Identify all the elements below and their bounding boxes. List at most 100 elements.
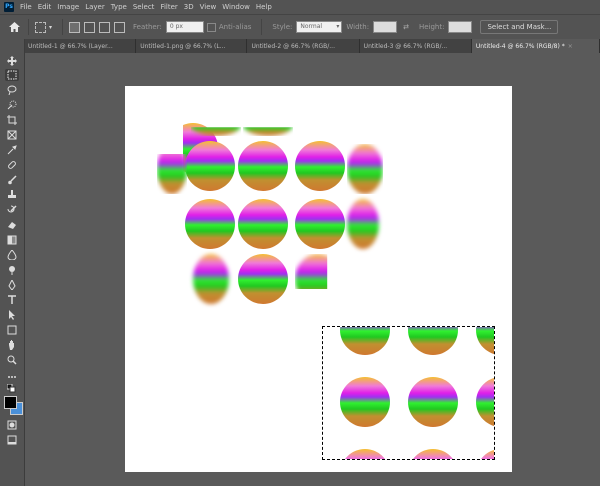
width-input xyxy=(373,21,398,33)
more-tools-icon[interactable] xyxy=(5,371,19,383)
circle-shape xyxy=(476,327,494,355)
chevron-down-icon[interactable]: ▾ xyxy=(49,24,52,31)
selection-marquee[interactable] xyxy=(322,326,495,460)
height-label: Height: xyxy=(418,23,445,31)
circle-shape xyxy=(347,144,383,194)
height-input xyxy=(448,21,473,33)
options-bar: ▾ Feather: 0 px Anti-alias Style: Normal… xyxy=(0,14,600,40)
menu-edit[interactable]: Edit xyxy=(38,3,52,11)
circle-shape xyxy=(238,254,288,304)
eraser-tool-icon[interactable] xyxy=(5,219,19,231)
pen-tool-icon[interactable] xyxy=(5,279,19,291)
tab-untitled-2[interactable]: Untitled-2 @ 66.7% (RGB/... xyxy=(247,39,360,53)
circle-shape xyxy=(340,377,390,427)
style-value: Normal xyxy=(300,23,323,30)
add-selection-icon[interactable] xyxy=(84,21,96,33)
circle-shape xyxy=(347,199,379,249)
move-tool-icon[interactable] xyxy=(5,55,19,67)
intersect-selection-icon[interactable] xyxy=(114,21,126,33)
gradient-tool-icon[interactable] xyxy=(5,234,19,246)
frame-tool-icon[interactable] xyxy=(5,129,19,141)
foreground-color-swatch[interactable] xyxy=(4,396,17,409)
width-label: Width: xyxy=(346,23,370,31)
menu-bar: Ps File Edit Image Layer Type Select Fil… xyxy=(0,0,600,14)
clone-stamp-tool-icon[interactable] xyxy=(5,189,19,201)
dodge-tool-icon[interactable] xyxy=(5,264,19,276)
menu-view[interactable]: View xyxy=(200,3,217,11)
close-icon[interactable]: × xyxy=(568,43,573,50)
document-tabs: Untitled-1 @ 66.7% (Layer... Untitled-1.… xyxy=(24,39,600,53)
circle-shape xyxy=(185,141,235,191)
menu-layer[interactable]: Layer xyxy=(85,3,105,11)
circle-shape xyxy=(340,327,390,355)
menu-type[interactable]: Type xyxy=(111,3,127,11)
circle-shape xyxy=(193,254,229,304)
default-colors-icon[interactable] xyxy=(5,384,19,393)
marquee-tool-icon[interactable] xyxy=(5,69,19,81)
circle-shape xyxy=(340,449,390,459)
crop-tool-icon[interactable] xyxy=(5,114,19,126)
hand-tool-icon[interactable] xyxy=(5,339,19,351)
circle-shape xyxy=(408,377,458,427)
tab-untitled-3[interactable]: Untitled-3 @ 66.7% (RGB/... xyxy=(360,39,472,53)
menu-select[interactable]: Select xyxy=(133,3,155,11)
menu-help[interactable]: Help xyxy=(256,3,272,11)
swap-icon: ⇄ xyxy=(403,23,409,31)
circle-shape xyxy=(476,377,494,427)
divider xyxy=(261,19,263,35)
menu-filter[interactable]: Filter xyxy=(160,3,177,11)
circle-shape xyxy=(408,449,458,459)
anti-alias-label: Anti-alias xyxy=(218,23,252,31)
blur-tool-icon[interactable] xyxy=(5,249,19,261)
tab-untitled-4[interactable]: Untitled-4 @ 66.7% (RGB/8) * × xyxy=(471,39,600,53)
circle-shape xyxy=(185,199,235,249)
home-icon[interactable] xyxy=(6,19,22,35)
anti-alias-checkbox xyxy=(206,22,216,32)
tab-label: Untitled-3 @ 66.7% (RGB/... xyxy=(363,42,448,50)
tab-untitled-1[interactable]: Untitled-1 @ 66.7% (Layer... xyxy=(24,39,137,53)
style-label: Style: xyxy=(272,23,293,31)
circle-shape xyxy=(157,154,187,194)
circle-shape xyxy=(243,127,293,136)
tools-panel xyxy=(0,39,25,486)
circle-shape xyxy=(476,449,494,459)
eyedropper-tool-icon[interactable] xyxy=(5,144,19,156)
rectangle-tool-icon[interactable] xyxy=(5,324,19,336)
divider xyxy=(28,19,29,35)
photoshop-logo-icon[interactable]: Ps xyxy=(4,2,14,12)
feather-label: Feather: xyxy=(133,23,162,31)
divider xyxy=(62,19,64,35)
menu-3d[interactable]: 3D xyxy=(184,3,194,11)
tab-label: Untitled-4 @ 66.7% (RGB/8) * xyxy=(475,42,565,50)
style-select[interactable]: Normal ▾ xyxy=(296,21,343,33)
menu-file[interactable]: File xyxy=(20,3,32,11)
circle-shape xyxy=(295,254,328,289)
zoom-tool-icon[interactable] xyxy=(5,354,19,366)
circle-shape xyxy=(408,327,458,355)
brush-tool-icon[interactable] xyxy=(5,174,19,186)
menu-window[interactable]: Window xyxy=(222,3,250,11)
screen-mode-icon[interactable] xyxy=(5,434,19,446)
select-and-mask-button[interactable]: Select and Mask... xyxy=(480,20,559,34)
tab-label: Untitled-1 @ 66.7% (Layer... xyxy=(28,42,113,50)
menu-image[interactable]: Image xyxy=(57,3,79,11)
circle-shape xyxy=(295,141,345,191)
circle-shape xyxy=(238,199,288,249)
new-selection-icon[interactable] xyxy=(69,21,81,33)
quick-mask-icon[interactable] xyxy=(5,419,19,431)
tab-label: Untitled-1.png @ 66.7% (L... xyxy=(140,42,226,50)
lasso-tool-icon[interactable] xyxy=(5,84,19,96)
chevron-down-icon: ▾ xyxy=(336,23,340,30)
feather-input[interactable]: 0 px xyxy=(165,21,204,33)
tab-label: Untitled-2 @ 66.7% (RGB/... xyxy=(251,42,335,50)
path-select-tool-icon[interactable] xyxy=(5,309,19,321)
type-tool-icon[interactable] xyxy=(5,294,19,306)
circle-shape xyxy=(238,141,288,191)
tab-untitled-1-png[interactable]: Untitled-1.png @ 66.7% (L... xyxy=(136,39,248,53)
subtract-selection-icon[interactable] xyxy=(99,21,111,33)
quick-select-tool-icon[interactable] xyxy=(5,99,19,111)
rect-marquee-preset-icon[interactable] xyxy=(35,21,46,33)
healing-tool-icon[interactable] xyxy=(5,159,19,171)
history-brush-tool-icon[interactable] xyxy=(5,204,19,216)
circle-shape xyxy=(295,199,345,249)
